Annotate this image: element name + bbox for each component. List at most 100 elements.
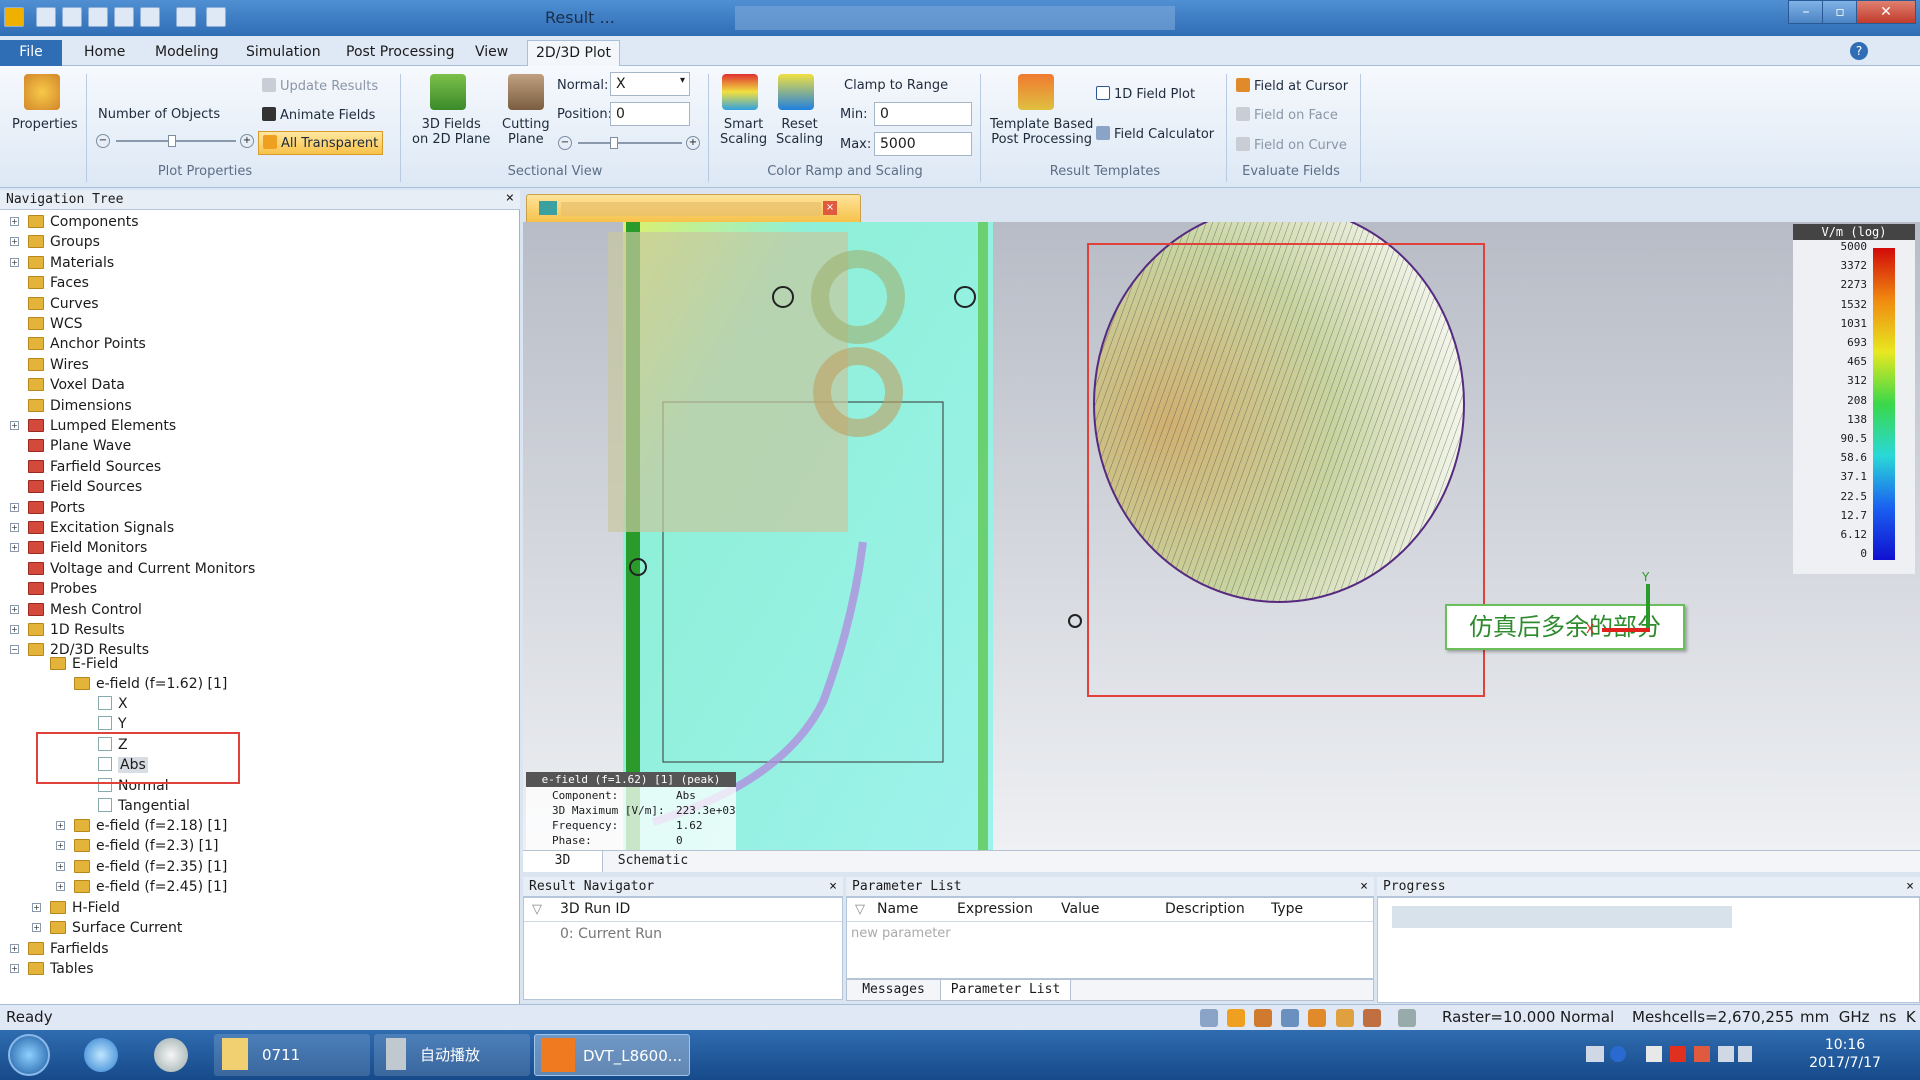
save-icon[interactable]: [88, 7, 108, 27]
tab-simulation[interactable]: Simulation: [238, 40, 329, 66]
tree-node-lumped-elements[interactable]: Lumped Elements: [28, 416, 176, 436]
all-transparent-button[interactable]: All Transparent: [258, 131, 384, 155]
expand-icon[interactable]: +: [10, 217, 19, 226]
tree-node-tangential[interactable]: Tangential: [98, 796, 190, 816]
tree-node-e-field-f-2-35-1[interactable]: e-field (f=2.35) [1]: [74, 857, 227, 877]
tree-node-farfield-sources[interactable]: Farfield Sources: [28, 457, 161, 477]
tree-node-faces[interactable]: Faces: [28, 273, 89, 293]
column-expression[interactable]: Expression: [957, 901, 1033, 917]
clamp-to-range-button[interactable]: Clamp to Range: [844, 78, 948, 93]
tree-node-e-field-f-2-18-1[interactable]: e-field (f=2.18) [1]: [74, 816, 227, 836]
tree-node-x[interactable]: X: [98, 694, 128, 714]
close-icon[interactable]: ×: [829, 877, 837, 897]
number-of-objects-slider[interactable]: − +: [96, 134, 256, 148]
tree-node-h-field[interactable]: H-Field: [50, 898, 120, 918]
keyboard-icon[interactable]: [1586, 1046, 1604, 1062]
new-parameter-row[interactable]: new parameter: [851, 926, 951, 941]
tree-node-e-field-f-2-45-1[interactable]: e-field (f=2.45) [1]: [74, 877, 227, 897]
column-type[interactable]: Type: [1271, 901, 1303, 917]
update-results-button[interactable]: Update Results: [262, 78, 378, 94]
pan-icon[interactable]: [1227, 1009, 1245, 1027]
expand-icon[interactable]: +: [32, 923, 41, 933]
position-input[interactable]: 0: [610, 102, 690, 126]
document-tab[interactable]: ×: [526, 194, 861, 222]
tree-node-voltage-and-current-monitors[interactable]: Voltage and Current Monitors: [28, 559, 255, 579]
tab-3d[interactable]: 3D: [523, 851, 603, 872]
close-tab-icon[interactable]: ×: [823, 201, 837, 215]
tree-node-field-sources[interactable]: Field Sources: [28, 477, 142, 497]
fit-icon[interactable]: [1336, 1009, 1354, 1027]
network-icon[interactable]: [1718, 1046, 1734, 1062]
help-tray-icon[interactable]: [1610, 1046, 1626, 1062]
column-3d-run-id[interactable]: 3D Run ID: [560, 901, 630, 917]
security-icon[interactable]: [1670, 1046, 1686, 1062]
start-button[interactable]: [8, 1034, 50, 1076]
tree-node-tables[interactable]: Tables: [28, 959, 94, 979]
tree-node-surface-current[interactable]: Surface Current: [50, 918, 182, 938]
expand-icon[interactable]: +: [10, 523, 19, 532]
tree-node-wires[interactable]: Wires: [28, 355, 89, 375]
help-icon[interactable]: ?: [1850, 42, 1868, 60]
column-name[interactable]: Name: [877, 901, 918, 917]
filter-icon[interactable]: ▽: [855, 902, 865, 917]
rotate-icon[interactable]: [1254, 1009, 1272, 1027]
field-on-face-button[interactable]: Field on Face: [1236, 107, 1338, 123]
cutting-plane-button[interactable]: Cutting Plane: [502, 117, 550, 147]
open-file-icon[interactable]: [62, 7, 82, 27]
tree-node-dimensions[interactable]: Dimensions: [28, 396, 132, 416]
tree-node-voxel-data[interactable]: Voxel Data: [28, 375, 125, 395]
expand-icon[interactable]: +: [10, 964, 19, 974]
properties-button[interactable]: Properties: [12, 117, 78, 132]
close-icon[interactable]: ×: [506, 190, 514, 206]
template-post-processing-button[interactable]: Template Based Post Processing: [990, 117, 1093, 147]
spin-icon[interactable]: [1308, 1009, 1326, 1027]
expand-icon[interactable]: +: [32, 903, 41, 912]
tab-home[interactable]: Home: [76, 40, 133, 66]
tab-messages[interactable]: Messages: [847, 980, 941, 1000]
expand-icon[interactable]: +: [56, 882, 65, 892]
smart-scaling-icon[interactable]: [722, 74, 758, 110]
close-button[interactable]: ✕: [1856, 0, 1916, 24]
tree-node-plane-wave[interactable]: Plane Wave: [28, 436, 131, 456]
tree-node-e-field-162[interactable]: e-field (f=1.62) [1]: [74, 674, 227, 694]
expand-icon[interactable]: +: [10, 502, 19, 512]
cutting-plane-icon[interactable]: [508, 74, 544, 110]
tree-node-anchor-points[interactable]: Anchor Points: [28, 334, 146, 354]
tree-node-farfields[interactable]: Farfields: [28, 939, 109, 959]
3d-fields-on-2d-plane-button[interactable]: 3D Fields on 2D Plane: [412, 117, 490, 147]
expand-icon[interactable]: +: [56, 861, 65, 871]
normal-select[interactable]: X ▾: [610, 72, 690, 96]
reset-scaling-icon[interactable]: [778, 74, 814, 110]
column-value[interactable]: Value: [1061, 901, 1099, 917]
print-icon[interactable]: [140, 7, 160, 27]
expand-icon[interactable]: +: [56, 841, 65, 851]
tab-post-processing[interactable]: Post Processing: [338, 40, 463, 66]
tab-parameter-list[interactable]: Parameter List: [941, 980, 1071, 1000]
clock[interactable]: 10:16 2017/7/17: [1790, 1036, 1900, 1072]
tab-schematic[interactable]: Schematic: [603, 851, 703, 872]
properties-icon[interactable]: [24, 74, 60, 110]
taskbar-item-cst[interactable]: DVT_L8600...: [534, 1034, 690, 1076]
redo-icon[interactable]: [206, 7, 226, 27]
cube-icon[interactable]: [1398, 1009, 1416, 1027]
tree-node-wcs[interactable]: WCS: [28, 314, 83, 334]
tree-node-components[interactable]: Components: [28, 212, 139, 232]
max-input[interactable]: 5000: [874, 132, 972, 156]
run-row[interactable]: 0: Current Run: [560, 926, 662, 942]
tree-node-ports[interactable]: Ports: [28, 498, 85, 518]
internet-explorer-icon[interactable]: [84, 1038, 118, 1072]
close-icon[interactable]: ×: [1906, 877, 1914, 897]
expand-icon[interactable]: −: [10, 645, 19, 655]
tree-node-probes[interactable]: Probes: [28, 579, 97, 599]
tree-node-e-field-f-2-3-1[interactable]: e-field (f=2.3) [1]: [74, 836, 218, 856]
tree-node-mesh-control[interactable]: Mesh Control: [28, 600, 142, 620]
filter-icon[interactable]: ▽: [532, 902, 542, 917]
tree-node-e-field[interactable]: E-Field: [50, 654, 118, 674]
maximize-button[interactable]: ▫: [1822, 0, 1858, 24]
tree-node-materials[interactable]: Materials: [28, 253, 114, 273]
volume-icon[interactable]: [1738, 1046, 1752, 1062]
sound-off-icon[interactable]: [1694, 1046, 1710, 1062]
field-calculator-button[interactable]: Field Calculator: [1096, 126, 1214, 142]
template-pp-icon[interactable]: [1018, 74, 1054, 110]
new-file-icon[interactable]: [36, 7, 56, 27]
